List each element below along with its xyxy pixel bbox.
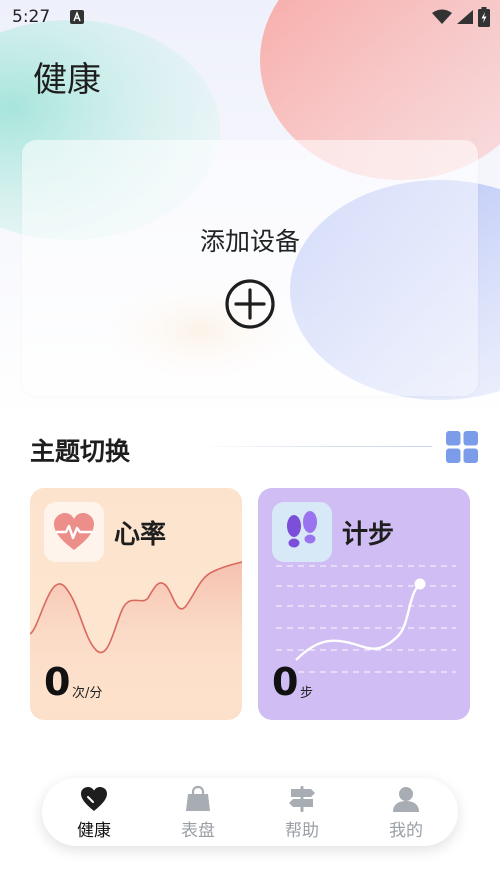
tab-label: 我的 <box>389 820 423 841</box>
step-value: 0 <box>272 660 299 704</box>
shopping-bag-icon <box>186 785 210 811</box>
tab-label: 健康 <box>77 820 111 841</box>
page-title: 健康 <box>33 60 101 100</box>
section-title-theme: 主题切换 <box>30 437 131 466</box>
plus-circle-icon[interactable] <box>224 278 276 330</box>
tab-label: 帮助 <box>285 820 319 841</box>
heart-rate-value: 0 <box>44 660 71 704</box>
signpost-icon <box>289 785 315 812</box>
bottom-tab-bar: 健康 表盘 帮助 我的 <box>42 778 458 846</box>
step-card[interactable]: 计步 0 步 <box>258 488 470 720</box>
signal-icon <box>457 10 473 24</box>
tab-help[interactable]: 帮助 <box>262 782 342 842</box>
user-icon <box>393 786 419 812</box>
step-title: 计步 <box>342 520 395 550</box>
heart-rate-title: 心率 <box>114 520 167 550</box>
tab-profile[interactable]: 我的 <box>366 782 446 842</box>
grid-four-icon[interactable] <box>446 431 478 463</box>
heart-icon <box>81 786 107 811</box>
add-device-label: 添加设备 <box>199 227 300 256</box>
heart-rate-card[interactable]: 心率 0 次/分 <box>30 488 242 720</box>
footprints-icon <box>287 511 317 548</box>
step-unit: 步 <box>300 686 314 701</box>
section-divider <box>198 446 432 447</box>
text-a-icon <box>70 10 85 24</box>
tab-watchface[interactable]: 表盘 <box>158 782 238 842</box>
status-time: 5:27 <box>12 7 51 27</box>
tab-health[interactable]: 健康 <box>54 782 134 842</box>
wifi-icon <box>432 9 452 24</box>
heart-rate-unit: 次/分 <box>72 686 103 701</box>
step-icon-tile <box>272 502 332 562</box>
status-bar: 5:27 <box>0 0 500 34</box>
heart-pulse-icon <box>54 513 94 550</box>
add-device-card[interactable]: 添加设备 <box>22 140 478 396</box>
battery-charging-icon <box>478 7 490 27</box>
tab-label: 表盘 <box>181 820 215 841</box>
heart-rate-icon-tile <box>44 502 104 562</box>
